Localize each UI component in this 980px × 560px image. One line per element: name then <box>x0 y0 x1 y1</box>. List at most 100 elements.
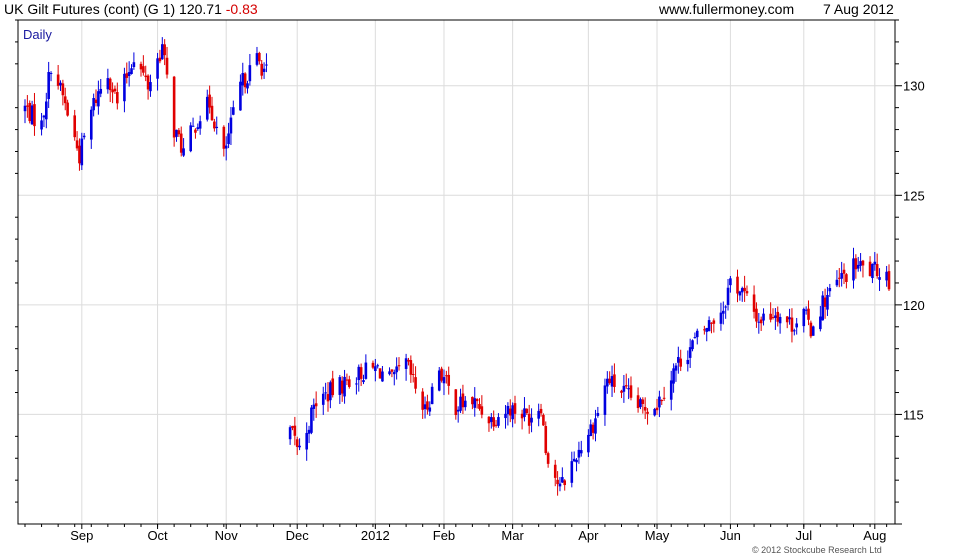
price-bar-body <box>620 390 623 393</box>
price-bar-body <box>662 397 666 399</box>
price-bar-body <box>33 104 36 127</box>
price-bar-body <box>61 83 65 96</box>
price-bar-body <box>511 405 514 420</box>
price-bar-body <box>265 64 268 66</box>
price-bar-body <box>146 75 150 90</box>
price-bar-body <box>255 53 259 65</box>
price-bar-body <box>189 125 192 152</box>
price-bar-body <box>298 445 301 448</box>
price-bar-body <box>743 287 746 291</box>
x-tick-label: Aug <box>863 528 886 543</box>
price-bar-body <box>447 374 451 386</box>
price-bar-body <box>622 385 626 392</box>
x-tick-label: Mar <box>501 528 524 543</box>
price-bar-body <box>116 92 119 104</box>
price-bar-body <box>672 368 675 384</box>
price-bar-body <box>172 76 176 138</box>
price-bar-body <box>295 439 299 447</box>
price-bar-body <box>156 58 159 79</box>
price-bar-body <box>523 408 526 417</box>
price-bar-body <box>227 133 230 145</box>
price-bar-body <box>97 91 100 107</box>
price-bar-body <box>158 57 162 62</box>
x-tick-label: 2012 <box>361 528 390 543</box>
price-bar-body <box>471 396 474 405</box>
price-bar-body <box>587 434 590 453</box>
price-bar-body <box>127 72 131 77</box>
price-bar-body <box>745 291 749 294</box>
price-bar-body <box>802 308 806 327</box>
copyright-notice: © 2012 Stockcube Research Ltd <box>752 545 882 555</box>
price-bar-body <box>572 458 576 462</box>
price-bar-body <box>480 406 484 415</box>
x-tick-label: Dec <box>286 528 310 543</box>
plot-frame <box>17 19 896 525</box>
price-bar-body <box>40 120 43 130</box>
price-bar-body <box>821 295 825 321</box>
price-bar-body <box>875 263 879 277</box>
price-bar-body <box>636 395 640 409</box>
price-bar-body <box>788 317 791 320</box>
price-bar-body <box>852 258 855 281</box>
price-bar-body <box>208 94 211 108</box>
price-bar-body <box>165 57 169 75</box>
price-bar-body <box>411 373 415 375</box>
price-bar-body <box>376 365 380 367</box>
price-bar-body <box>42 115 46 118</box>
price-bar-body <box>669 380 673 400</box>
price-bar-body <box>606 378 609 387</box>
price-bar-body <box>260 63 264 76</box>
price-bar-body <box>92 98 95 111</box>
price-bar-body <box>861 260 865 266</box>
price-bar-body <box>570 461 574 483</box>
y-tick-label: 130 <box>903 79 925 94</box>
price-bar-body <box>537 410 540 419</box>
price-bar-body <box>28 102 32 122</box>
price-bar-body <box>686 359 690 365</box>
price-bar-body <box>795 323 798 328</box>
price-bar-body <box>494 424 498 426</box>
price-bar-body <box>454 389 458 416</box>
price-bar-body <box>807 308 810 320</box>
price-bar-body <box>113 88 117 92</box>
price-bar-body <box>108 78 112 91</box>
price-bar-body <box>196 127 200 130</box>
price-bar-body <box>215 126 219 128</box>
price-bar-body <box>378 368 382 379</box>
price-bar-body <box>473 398 477 408</box>
price-bar-body <box>475 398 479 402</box>
price-bar-body <box>868 261 872 276</box>
price-bar-body <box>239 81 242 111</box>
price-bar-body <box>426 401 429 410</box>
price-bar-body <box>123 73 126 102</box>
x-tick-label: May <box>645 528 670 543</box>
price-bar-body <box>359 367 363 379</box>
price-bar-body <box>542 414 545 426</box>
price-bar-body <box>693 337 697 339</box>
x-tick-label: Feb <box>433 528 455 543</box>
y-tick-label: 115 <box>903 407 924 422</box>
price-bar-body <box>347 379 351 387</box>
price-bar-body <box>388 371 391 375</box>
price-bar-body <box>705 327 709 332</box>
x-tick-label: Sep <box>70 528 93 543</box>
price-bar-body <box>639 399 642 408</box>
price-bar-body <box>191 125 195 127</box>
price-bar-body <box>840 273 843 279</box>
price-bar-body <box>641 399 645 404</box>
price-bar-body <box>59 82 62 86</box>
price-bar-body <box>508 408 512 416</box>
price-bars <box>23 37 891 496</box>
price-bar-body <box>828 288 832 292</box>
price-bar-body <box>414 377 417 389</box>
price-bar-body <box>811 326 815 336</box>
price-bar-body <box>246 83 249 89</box>
grid-lines <box>18 20 895 525</box>
price-bar-body <box>390 369 394 372</box>
price-bar-body <box>198 121 202 129</box>
price-bar-body <box>497 417 500 426</box>
price-bar-body <box>80 138 84 166</box>
price-bar-body <box>826 294 829 310</box>
price-bar-body <box>213 121 216 129</box>
price-bar-body <box>854 258 858 270</box>
